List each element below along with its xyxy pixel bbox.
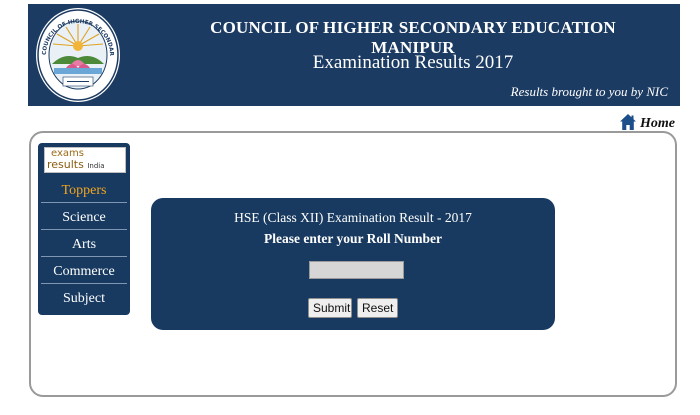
home-label: Home	[640, 116, 675, 131]
page-title: Examination Results 2017	[312, 52, 514, 73]
home-icon	[620, 114, 636, 130]
sidebar-item-toppers[interactable]: Toppers	[41, 180, 127, 203]
sidebar-item-science[interactable]: Science	[41, 207, 127, 230]
sidebar-item-subject[interactable]: Subject	[41, 288, 127, 310]
nic-credit: Results brought to you by NIC	[510, 84, 668, 99]
examsresults-logo[interactable]: exams results India	[44, 147, 126, 173]
home-link[interactable]: Home	[619, 109, 675, 131]
roll-number-input[interactable]	[309, 261, 404, 279]
form-prompt: Please enter your Roll Number	[264, 231, 442, 246]
sidebar-item-arts[interactable]: Arts	[41, 234, 127, 257]
form-title: HSE (Class XII) Examination Result - 201…	[234, 210, 472, 225]
sidebar-item-commerce[interactable]: Commerce	[41, 261, 127, 284]
sidebar-nav: exams results India Toppers Science Arts…	[38, 143, 130, 315]
header-banner: COUNCIL OF HIGHER SECONDARY EDUCATION MA…	[28, 2, 680, 106]
council-logo: COUNCIL OF HIGHER SECONDARY EDUCATION MA…	[31, 2, 122, 104]
submit-button[interactable]: Submit	[308, 298, 352, 318]
reset-button[interactable]: Reset	[357, 298, 398, 318]
er-logo-suffix: India	[87, 162, 105, 170]
result-form-panel: HSE (Class XII) Examination Result - 201…	[151, 198, 555, 330]
er-logo-bottom: results India	[47, 158, 105, 171]
